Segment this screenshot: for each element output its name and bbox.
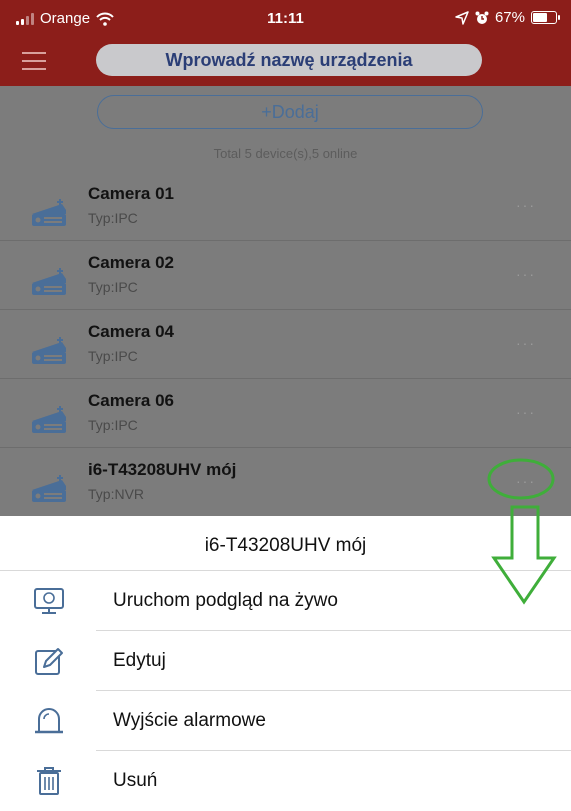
action-label: Uruchom podgląd na żywo	[113, 590, 338, 611]
device-name: Camera 01	[88, 184, 175, 203]
device-list-panel: +Dodaj Total 5 device(s),5 online Camera…	[0, 86, 571, 516]
device-type: Typ:IPC	[88, 348, 138, 364]
edit-action[interactable]: Edytuj	[0, 631, 571, 691]
device-name: i6-T43208UHV mój	[88, 460, 237, 479]
device-type: Typ:IPC	[88, 417, 138, 433]
more-options-button[interactable]: ···	[516, 404, 536, 420]
device-type: Typ:IPC	[88, 210, 138, 226]
live-preview-action[interactable]: Uruchom podgląd na żywo	[0, 571, 571, 631]
nvr-icon	[32, 475, 66, 502]
alarm-clock-icon	[475, 11, 489, 24]
device-row[interactable]: Camera 06 Typ:IPC ···	[0, 379, 571, 448]
more-options-button[interactable]: ···	[516, 335, 536, 351]
more-options-button[interactable]: ···	[516, 197, 536, 213]
action-sheet-title: i6-T43208UHV mój	[204, 535, 367, 556]
device-name: Camera 06	[88, 391, 175, 410]
action-label: Edytuj	[113, 650, 166, 671]
device-row[interactable]: Camera 02 Typ:IPC ···	[0, 241, 571, 310]
device-search-input[interactable]: Wprowadź nazwę urządzenia	[96, 44, 482, 76]
more-options-button[interactable]: ···	[516, 473, 536, 489]
battery-percent: 67%	[494, 9, 525, 26]
device-list: Camera 01 Typ:IPC ··· Camera 02 Typ:IPC …	[0, 172, 571, 516]
menu-icon[interactable]	[22, 52, 46, 72]
alarm-light-icon	[35, 708, 63, 734]
device-row[interactable]: i6-T43208UHV mój Typ:NVR ···	[0, 448, 571, 516]
edit-icon	[35, 648, 63, 675]
camera-icon	[32, 406, 66, 433]
device-row[interactable]: Camera 04 Typ:IPC ···	[0, 310, 571, 379]
navigation-bar: Wprowadź nazwę urządzenia	[0, 38, 571, 86]
battery-icon	[531, 11, 560, 24]
device-name: Camera 02	[88, 253, 175, 272]
status-bar: Orange 11:11 67%	[0, 0, 571, 38]
more-options-button[interactable]: ···	[516, 266, 536, 282]
alarm-output-action[interactable]: Wyjście alarmowe	[0, 691, 571, 751]
device-row[interactable]: Camera 01 Typ:IPC ···	[0, 172, 571, 241]
monitor-icon	[34, 588, 64, 614]
delete-action[interactable]: Usuń	[0, 751, 571, 811]
trash-icon	[37, 767, 61, 795]
action-label: Wyjście alarmowe	[113, 710, 266, 731]
device-total-text: Total 5 device(s),5 online	[213, 146, 358, 161]
camera-icon	[32, 337, 66, 364]
status-right-group: 67%	[455, 9, 560, 26]
camera-icon	[32, 199, 66, 226]
camera-icon	[32, 268, 66, 295]
action-label: Usuń	[113, 770, 158, 791]
action-sheet: i6-T43208UHV mój Uruchom podgląd na żywo…	[0, 516, 571, 807]
location-arrow-icon	[455, 10, 469, 25]
device-type: Typ:IPC	[88, 279, 138, 295]
search-placeholder: Wprowadź nazwę urządzenia	[165, 49, 413, 70]
add-device-label: +Dodaj	[261, 101, 319, 122]
add-device-button[interactable]: +Dodaj	[97, 95, 483, 129]
device-name: Camera 04	[88, 322, 175, 341]
device-type: Typ:NVR	[88, 486, 145, 502]
